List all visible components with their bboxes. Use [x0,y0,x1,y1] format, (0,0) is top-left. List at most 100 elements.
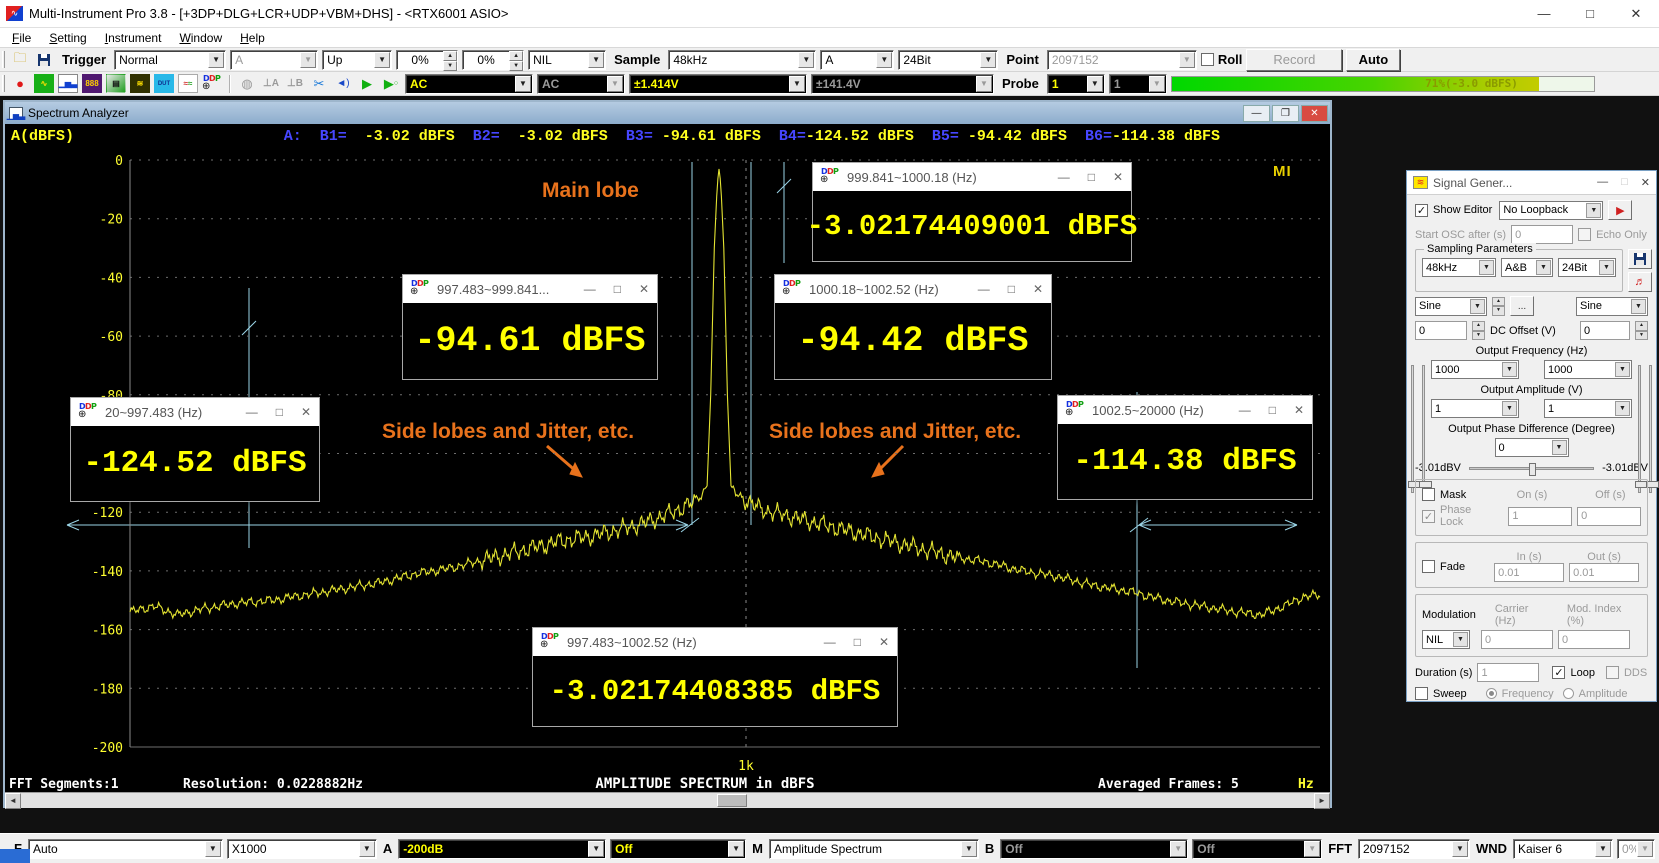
trigger-source-combo[interactable]: A▼ [230,50,318,70]
scroll-right-icon[interactable]: ► [1314,793,1330,809]
maximize-icon[interactable]: □ [614,282,621,296]
oscilloscope-icon[interactable]: ∿ [34,74,54,93]
coupling-a-combo[interactable]: AC▼ [405,74,533,94]
wave-spinner[interactable]: ▲▼ [1492,297,1505,316]
speaker-icon[interactable]: ◄) [333,74,353,93]
phase-lock-checkbox[interactable]: ✓ [1422,510,1435,523]
duration-input[interactable]: 1 [1477,663,1539,682]
ddp-viewer-icon[interactable]: DDP⊕ [202,74,222,93]
loop-checkbox[interactable]: ✓ [1552,666,1565,679]
frequency-b-combo[interactable]: 1000▼ [1544,360,1632,379]
minimize-icon[interactable]: — [246,405,258,419]
menu-instrument[interactable]: Instrument [97,29,170,47]
waveform-gen-icon[interactable]: ≋ [130,74,150,93]
offset-a-combo[interactable]: Off▼ [610,839,746,859]
marker-b-icon[interactable]: ⊥B [285,74,305,93]
ddp-popup-right-side[interactable]: DDP⊕ 1000.18~1002.52 (Hz) —□✕ -94.42 dBF… [774,274,1052,380]
mask-checkbox[interactable] [1422,488,1435,501]
overlap-combo[interactable]: 0%▼ [1617,839,1655,859]
mute-icon[interactable]: ◍ [237,74,257,93]
loopback-combo[interactable]: No Loopback▼ [1499,201,1603,220]
probe-cal-icon[interactable]: ✂ [309,74,329,93]
dc-a-spinner[interactable]: ▲▼ [1472,321,1485,340]
amplitude-slider-a1[interactable] [1411,365,1414,493]
minimize-icon[interactable]: — [824,635,836,649]
maximize-icon[interactable]: □ [854,635,861,649]
popup-titlebar[interactable]: DDP⊕ 1002.5~20000 (Hz) —□✕ [1058,396,1312,424]
spectrum-3d-icon[interactable]: ▤ [106,74,126,93]
horizontal-scrollbar[interactable]: ◄ ► [5,792,1330,808]
sg-rate-combo[interactable]: 48kHz▼ [1422,258,1496,277]
popup-titlebar[interactable]: DDP⊕ 20~997.483 (Hz) —□✕ [71,398,319,426]
fade-in-input[interactable]: 0.01 [1494,563,1564,582]
slider-thumb[interactable] [1529,463,1536,476]
maximize-icon[interactable]: ❐ [1272,105,1299,122]
sampling-channel-combo[interactable]: A▼ [820,50,894,70]
minimize-icon[interactable]: — [1597,176,1608,189]
dds-checkbox[interactable] [1606,666,1619,679]
close-icon[interactable]: ✕ [301,405,311,419]
range-b-display-combo[interactable]: Off▼ [1000,839,1188,859]
frequency-a-combo[interactable]: 1000▼ [1431,360,1519,379]
save-waveform-button[interactable] [1628,249,1652,269]
popup-titlebar[interactable]: DDP⊕ 997.483~1002.52 (Hz) —□✕ [533,628,897,656]
trigger-mode-combo[interactable]: Normal▼ [114,50,226,70]
menu-help[interactable]: Help [232,29,273,47]
offset-b-combo[interactable]: Off▼ [1192,839,1322,859]
freq-axis-combo[interactable]: Auto▼ [28,839,223,859]
probe-b-combo[interactable]: 1▼ [1109,74,1167,94]
open-icon[interactable]: 🗀 [10,50,30,69]
dc-offset-b-input[interactable]: 0 [1580,321,1630,340]
sg-bits-combo[interactable]: 24Bit▼ [1558,258,1616,277]
close-icon[interactable]: ✕ [879,635,889,649]
close-icon[interactable]: ✕ [1294,403,1304,417]
marker-a-icon[interactable]: ⊥A [261,74,281,93]
close-icon[interactable]: ✕ [1113,170,1123,184]
mask-on-input[interactable]: 1 [1508,507,1572,526]
sampling-bits-combo[interactable]: 24Bit▼ [898,50,998,70]
ddp-popup-main-lobe[interactable]: DDP⊕ 999.841~1000.18 (Hz) —□✕ -3.0217440… [812,162,1132,262]
window-fn-combo[interactable]: Kaiser 6▼ [1513,839,1613,859]
ddp-popup-total-lobe[interactable]: DDP⊕ 997.483~1002.52 (Hz) —□✕ -3.0217440… [532,627,898,727]
show-editor-checkbox[interactable]: ✓ [1415,204,1428,217]
waveform-b-combo[interactable]: Sine▼ [1576,297,1648,316]
trigger-hpf-combo[interactable]: NIL▼ [528,50,606,70]
ddp-popup-left-side[interactable]: DDP⊕ 997.483~999.841... —□✕ -94.61 dBFS [402,274,658,380]
more-waveform-button[interactable]: ... [1510,296,1534,316]
mode-combo[interactable]: Amplitude Spectrum▼ [769,839,979,859]
multimeter-icon[interactable]: 888 [82,74,102,93]
roll-checkbox[interactable] [1201,53,1214,66]
minimize-icon[interactable]: — [1058,170,1070,184]
balance-slider[interactable] [1469,467,1594,470]
range-a-display-combo[interactable]: -200dB▼ [398,839,606,859]
spectrum-plot-area[interactable]: Main lobe Side lobes and Jitter, etc. Si… [5,148,1330,792]
amplitude-slider-b1[interactable] [1638,365,1641,493]
probe-a-combo[interactable]: 1▼ [1047,74,1105,94]
device-test-plan-icon[interactable]: DUT [154,74,174,93]
play-loop-icon[interactable]: ▶○ [381,74,401,93]
sweep-checkbox[interactable] [1415,687,1428,700]
close-icon[interactable]: ✕ [1613,0,1659,28]
mask-off-input[interactable]: 0 [1577,507,1641,526]
start-osc-input[interactable]: 0 [1511,225,1573,244]
maximize-icon[interactable]: □ [276,405,283,419]
ddp-popup-low-band[interactable]: DDP⊕ 20~997.483 (Hz) —□✕ -124.52 dBFS [70,397,320,502]
play-note-button[interactable]: ♬ [1628,272,1652,292]
sweep-frequency-radio[interactable] [1486,688,1497,699]
spectrum-analyzer-icon[interactable]: ▁▅▃ [58,74,78,93]
carrier-input[interactable]: 0 [1481,630,1553,649]
amplitude-slider-a2[interactable] [1422,365,1425,493]
menu-file[interactable]: File [4,29,39,47]
sampling-rate-combo[interactable]: 48kHz▼ [668,50,816,70]
popup-titlebar[interactable]: DDP⊕ 999.841~1000.18 (Hz) —□✕ [813,163,1131,191]
mod-index-input[interactable]: 0 [1558,630,1630,649]
range-a-combo[interactable]: ±1.414V▼ [629,74,807,94]
zoom-combo[interactable]: X1000▼ [227,839,377,859]
close-icon[interactable]: ✕ [1033,282,1043,296]
close-icon[interactable]: ✕ [639,282,649,296]
waveform-a-combo[interactable]: Sine▼ [1415,297,1487,316]
menu-window[interactable]: Window [171,29,230,47]
dc-b-spinner[interactable]: ▲▼ [1635,321,1648,340]
signal-generator-titlebar[interactable]: ≋ Signal Gener... —□✕ [1407,171,1656,195]
maximize-icon[interactable]: □ [1269,403,1276,417]
